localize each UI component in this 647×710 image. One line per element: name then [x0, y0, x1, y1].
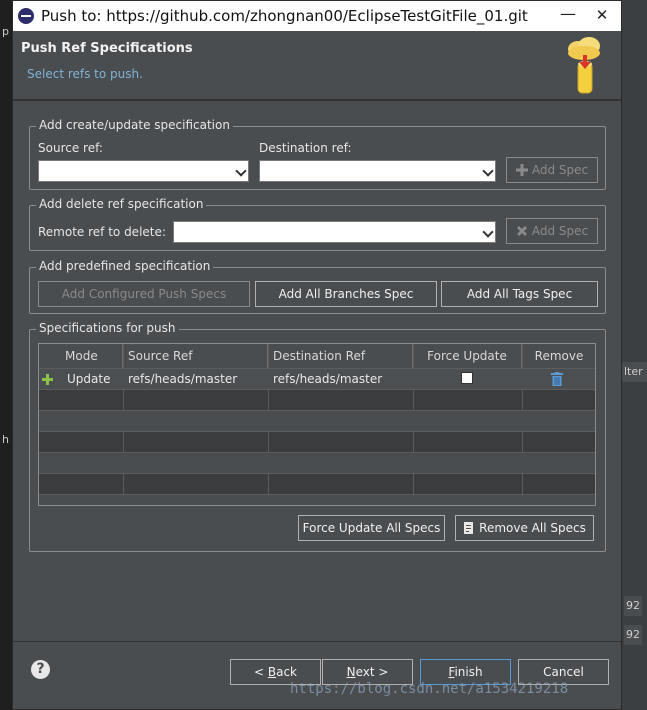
chevron-down-icon[interactable] — [483, 227, 493, 237]
column-header-force-update[interactable]: Force Update — [413, 344, 522, 368]
wizard-header: Push Ref Specifications Select refs to p… — [13, 31, 621, 99]
create-update-group-title: Add create/update specification — [36, 118, 233, 132]
push-specs-table[interactable]: Mode Source Ref Destination Ref Force Up… — [38, 343, 596, 506]
source-ref-label: Source ref: — [38, 141, 103, 155]
specifications-group-title: Specifications for push — [36, 321, 179, 335]
column-header-mode[interactable]: Mode — [39, 344, 123, 368]
add-spec-label: Add Spec — [531, 163, 589, 177]
next-rest: ext > — [355, 665, 389, 679]
watermark: https://blog.csdn.net/a1534219218 — [290, 681, 569, 697]
remove-doc-icon — [464, 522, 474, 534]
force-update-checkbox[interactable] — [461, 372, 473, 384]
eclipse-icon — [18, 8, 34, 24]
footer-separator — [13, 641, 621, 642]
background-fragment: p — [2, 25, 9, 38]
title-bar[interactable]: Push to: https://github.com/zhongnan00/E… — [13, 1, 621, 31]
column-header-destination-ref[interactable]: Destination Ref — [268, 344, 413, 368]
finish-rest: inish — [454, 665, 483, 679]
push-ref-dialog: Push to: https://github.com/zhongnan00/E… — [12, 0, 622, 710]
background-fragment: 92 — [624, 596, 642, 616]
background-fragment: 92 — [624, 625, 642, 645]
destination-ref-combo[interactable] — [259, 160, 496, 182]
table-row-empty[interactable] — [39, 410, 595, 431]
table-row-empty[interactable] — [39, 452, 595, 473]
row-mode: Update — [67, 372, 111, 386]
predefined-spec-group: Add predefined specification Add Configu… — [29, 259, 606, 314]
add-all-tags-spec-button[interactable]: Add All Tags Spec — [441, 281, 598, 307]
delete-ref-group: Add delete ref specification Remote ref … — [29, 197, 606, 251]
plus-icon — [515, 164, 528, 176]
page-title: Push Ref Specifications — [21, 41, 193, 56]
add-spec-button[interactable]: Add Spec — [506, 157, 598, 183]
header-separator — [13, 99, 621, 101]
add-delete-spec-label: Add Spec — [531, 224, 589, 238]
table-row-empty[interactable] — [39, 431, 595, 452]
minimize-button[interactable]: — — [557, 5, 579, 25]
delete-ref-group-title: Add delete ref specification — [36, 197, 207, 211]
table-row-empty[interactable] — [39, 494, 595, 505]
trash-icon[interactable] — [551, 372, 563, 386]
destination-ref-label: Destination ref: — [259, 141, 352, 155]
add-all-branches-spec-button[interactable]: Add All Branches Spec — [255, 281, 437, 307]
back-rest: ack — [276, 665, 297, 679]
page-description: Select refs to push. — [27, 67, 143, 81]
row-source-ref: refs/heads/master — [128, 372, 238, 386]
cloud-push-icon — [568, 37, 600, 94]
background-window-left — [0, 0, 12, 710]
back-prefix: < — [253, 665, 268, 679]
source-ref-combo[interactable] — [38, 160, 249, 182]
chevron-down-icon[interactable] — [483, 166, 493, 176]
column-header-remove[interactable]: Remove — [522, 344, 595, 368]
chevron-down-icon[interactable] — [236, 166, 246, 176]
remove-all-specs-label: Remove All Specs — [479, 521, 586, 535]
table-row-empty[interactable] — [39, 389, 595, 410]
background-window-right: lter 92 92 — [622, 0, 647, 710]
table-row[interactable]: Update refs/heads/master refs/heads/mast… — [39, 368, 595, 389]
help-icon[interactable]: ? — [31, 660, 50, 679]
window-title: Push to: https://github.com/zhongnan00/E… — [41, 7, 528, 25]
column-header-source-ref[interactable]: Source Ref — [123, 344, 268, 368]
add-mode-icon — [42, 374, 53, 385]
row-destination-ref: refs/heads/master — [273, 372, 383, 386]
remote-ref-label: Remote ref to delete: — [38, 225, 166, 239]
create-update-group: Add create/update specification Source r… — [29, 118, 606, 190]
next-mnemonic: N — [346, 665, 356, 679]
predefined-spec-group-title: Add predefined specification — [36, 259, 214, 273]
background-fragment: h — [2, 433, 9, 446]
force-update-all-specs-button[interactable]: Force Update All Specs — [298, 515, 445, 541]
remove-all-specs-button[interactable]: Remove All Specs — [455, 515, 594, 541]
add-delete-spec-button[interactable]: Add Spec — [506, 218, 598, 244]
background-fragment: lter — [622, 362, 647, 382]
table-row-empty[interactable] — [39, 473, 595, 494]
delete-x-icon — [516, 226, 527, 236]
remote-ref-combo[interactable] — [173, 221, 496, 243]
back-mnemonic: B — [267, 665, 277, 679]
add-configured-push-specs-button[interactable]: Add Configured Push Specs — [38, 281, 250, 307]
close-button[interactable]: ✕ — [591, 5, 613, 25]
